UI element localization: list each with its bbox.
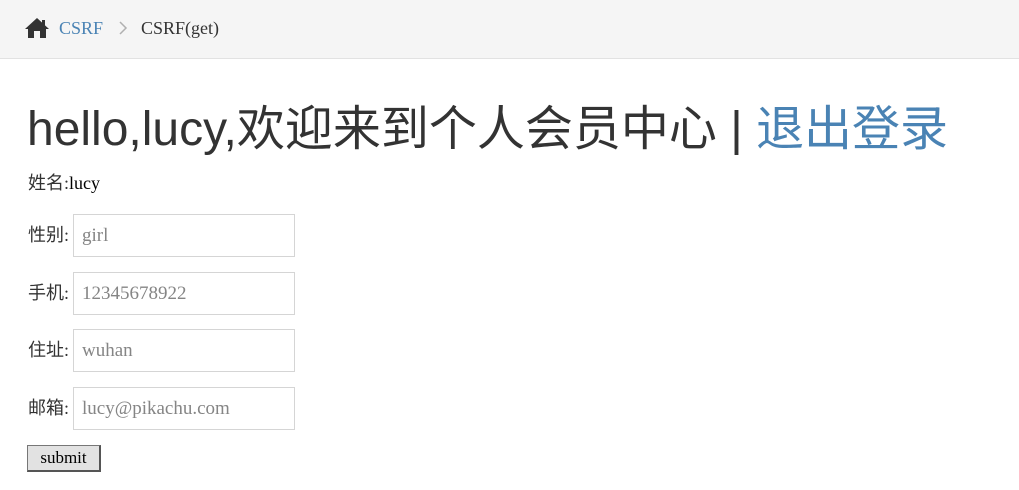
greeting-text: hello,lucy,欢迎来到个人会员中心 |	[27, 103, 757, 156]
email-label: 邮箱:	[28, 398, 70, 418]
chevron-right-icon	[119, 21, 128, 35]
name-label: 姓名:	[28, 173, 70, 193]
breadcrumb-current: CSRF(get)	[141, 18, 220, 38]
address-label: 住址:	[28, 340, 70, 360]
address-input[interactable]	[73, 329, 295, 372]
submit-button[interactable]: submit	[27, 445, 101, 472]
logout-link[interactable]: 退出登录	[756, 103, 948, 156]
page-title: hello,lucy,欢迎来到个人会员中心 | 退出登录	[27, 100, 948, 160]
breadcrumb-link-csrf[interactable]: CSRF	[59, 17, 103, 39]
email-input[interactable]	[73, 387, 295, 430]
phone-input[interactable]	[73, 272, 295, 315]
gender-input[interactable]	[73, 214, 295, 257]
home-icon[interactable]	[24, 17, 50, 39]
name-row: 姓名:lucy	[28, 172, 100, 194]
gender-label: 性别:	[28, 225, 70, 245]
breadcrumb: CSRF CSRF(get)	[0, 0, 1019, 59]
name-value: lucy	[69, 173, 101, 193]
phone-label: 手机:	[28, 283, 70, 303]
